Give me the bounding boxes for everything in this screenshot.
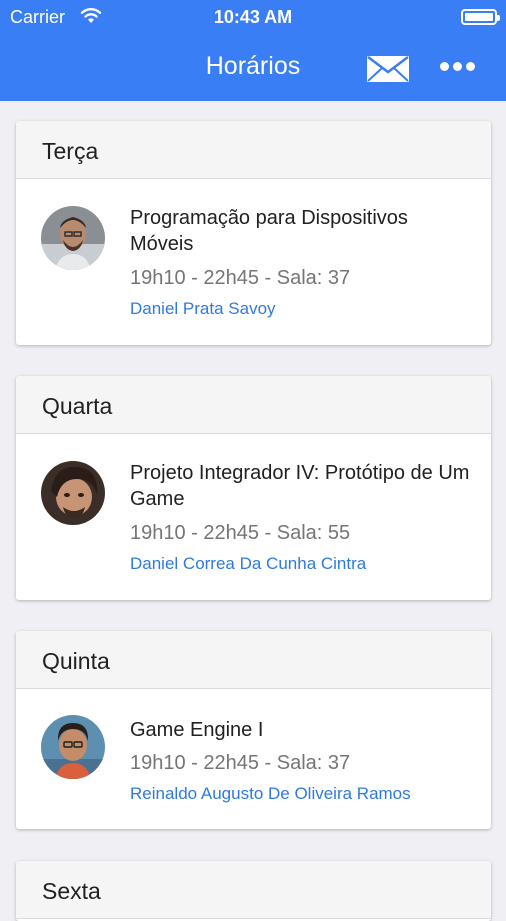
course-title: Programação para Dispositivos Móveis xyxy=(130,207,408,255)
battery-icon xyxy=(461,9,500,25)
day-card-friday: Sexta xyxy=(16,861,491,921)
day-card-tuesday: Terça Programação para Dispositivos Móve… xyxy=(16,121,491,345)
more-dot xyxy=(466,62,475,71)
course-title: Game Engine I xyxy=(130,719,264,741)
page-title: Horários xyxy=(205,52,301,80)
day-header: Quinta xyxy=(16,631,491,689)
top-bar: Carrier 10:43 AM Horários xyxy=(0,0,506,101)
teacher-link[interactable]: Daniel Prata Savoy xyxy=(130,299,276,319)
day-card-thursday: Quinta Game Engine I 19h10 - 22h45 - Sal… xyxy=(16,631,491,829)
teacher-link[interactable]: Reinaldo Augusto De Oliveira Ramos xyxy=(130,784,411,804)
mail-icon xyxy=(367,56,409,82)
teacher-link[interactable]: Daniel Correa Da Cunha Cintra xyxy=(130,554,366,574)
avatar xyxy=(41,715,105,779)
class-entry[interactable]: Projeto Integrador IV: Protótipo de Um G… xyxy=(16,434,491,600)
more-horizontal-icon xyxy=(440,62,449,71)
schedule-text: 19h10 - 22h45 - Sala: 37 xyxy=(130,267,351,289)
schedule-text: 19h10 - 22h45 - Sala: 37 xyxy=(130,752,351,774)
class-entry[interactable]: Game Engine I 19h10 - 22h45 - Sala: 37 R… xyxy=(16,689,491,829)
avatar xyxy=(41,206,105,270)
class-entry[interactable]: Programação para Dispositivos Móveis 19h… xyxy=(16,179,491,345)
status-bar: Carrier 10:43 AM xyxy=(0,0,506,34)
schedule-text: 19h10 - 22h45 - Sala: 55 xyxy=(130,522,351,544)
day-header: Sexta xyxy=(16,861,491,919)
clock: 10:43 AM xyxy=(213,7,293,27)
course-title: Projeto Integrador IV: Protótipo de Um G… xyxy=(130,462,470,510)
more-dot xyxy=(453,62,462,71)
day-card-wednesday: Quarta Projeto Integrador IV: Protótipo … xyxy=(16,376,491,600)
more-button[interactable] xyxy=(440,58,484,78)
day-header: Quarta xyxy=(16,376,491,434)
avatar xyxy=(41,461,105,525)
mail-button[interactable] xyxy=(366,54,410,84)
day-header: Terça xyxy=(16,121,491,179)
